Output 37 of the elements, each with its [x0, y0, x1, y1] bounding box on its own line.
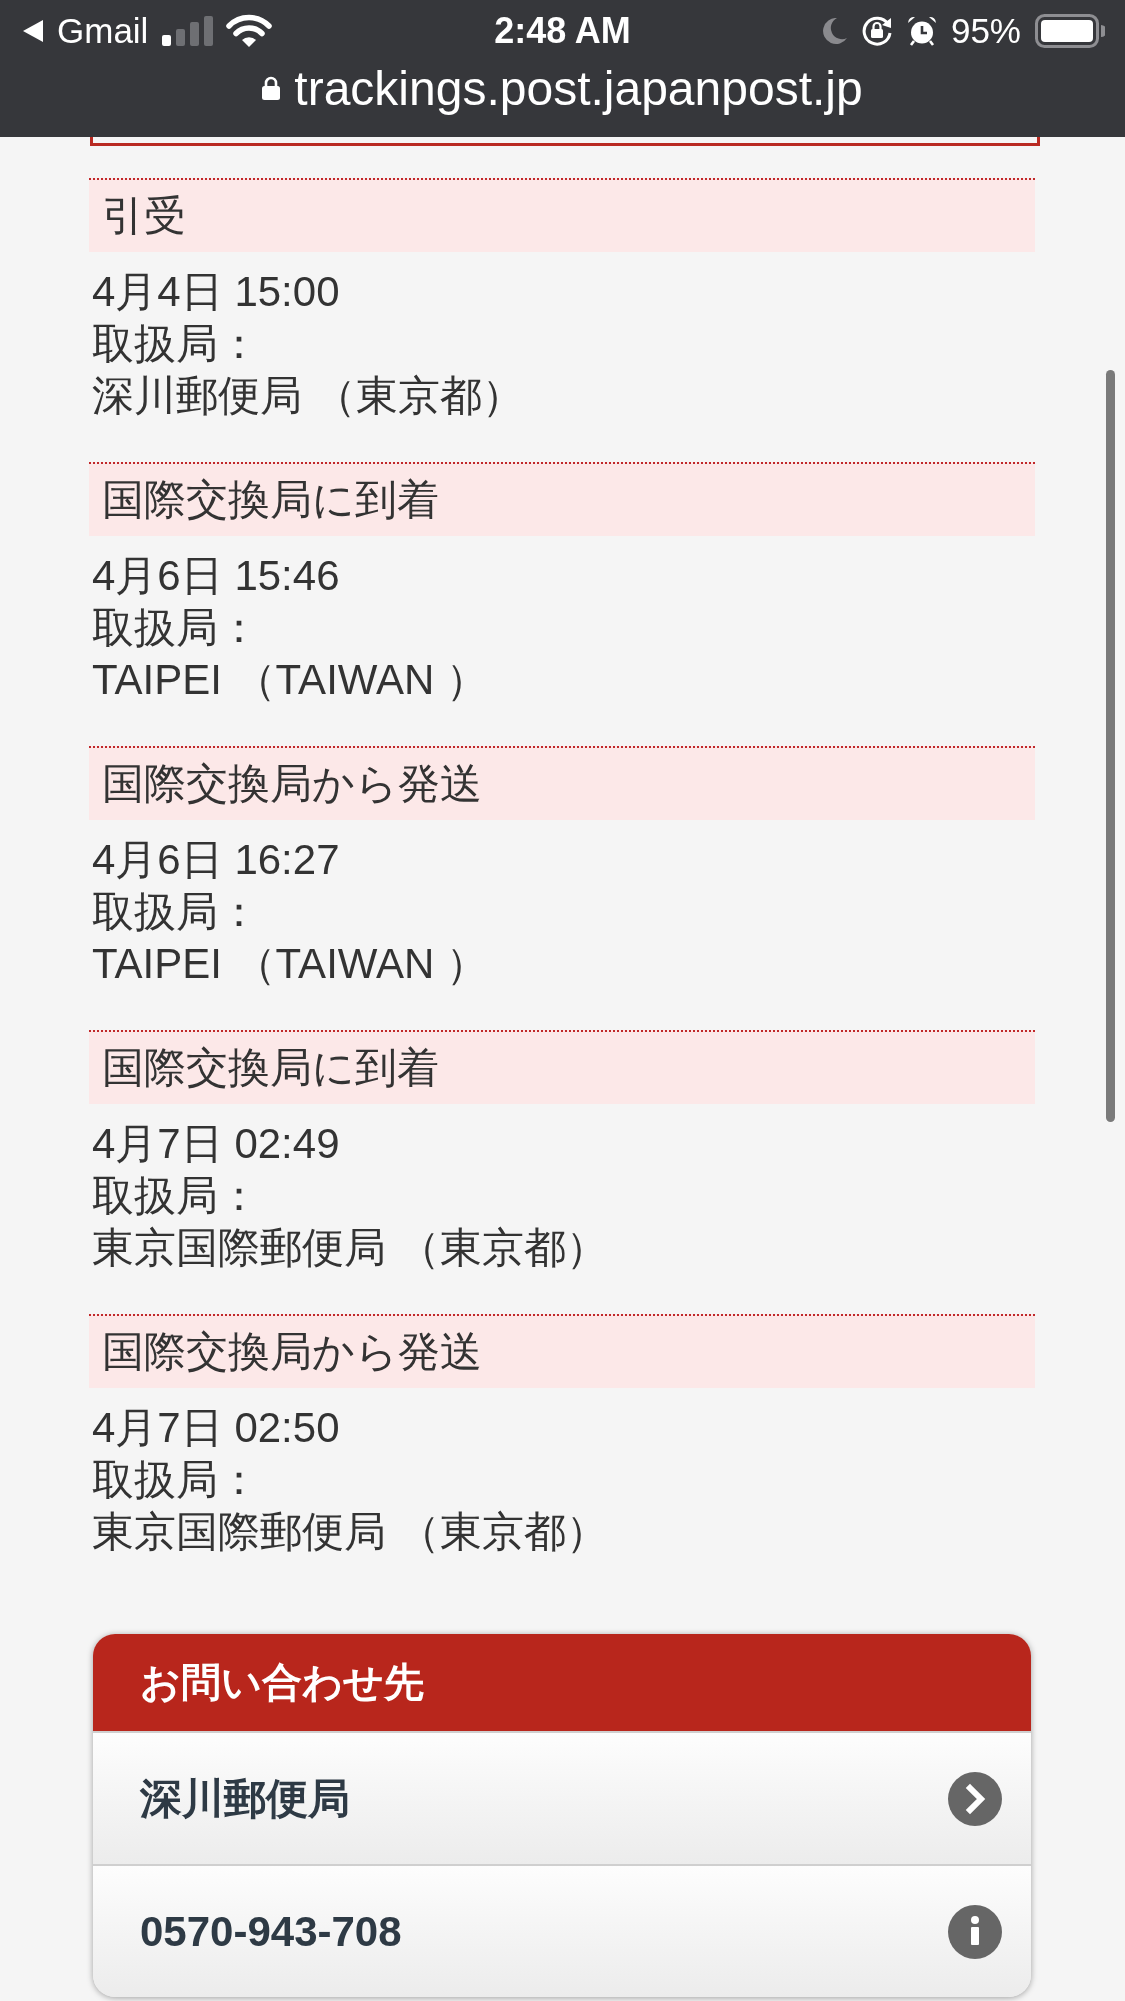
- event-date-time: 4月6日 16:27: [91, 835, 341, 885]
- lock-icon: [262, 76, 281, 100]
- event-status-heading: 国際交換局から発送: [89, 1314, 1035, 1388]
- chevron-icon: [948, 1771, 1002, 1826]
- office-label: 取扱局：: [91, 603, 261, 653]
- back-to-app-button[interactable]: Gmail: [23, 11, 149, 51]
- wifi-icon: [226, 14, 273, 48]
- back-icon: [23, 20, 43, 42]
- event-date-time: 4月7日 02:50: [91, 1403, 341, 1453]
- event-date-time: 4月4日 15:00: [91, 267, 341, 317]
- rotation-lock-icon: [860, 15, 893, 47]
- event-status-heading: 国際交換局から発送: [89, 746, 1035, 820]
- moon-icon: [822, 18, 847, 44]
- info-icon: [948, 1904, 1002, 1959]
- contact-list-item[interactable]: 0570-943-708: [93, 1864, 1031, 1997]
- battery-percent: 95%: [950, 11, 1021, 51]
- signal-icon: [162, 16, 215, 46]
- address-url[interactable]: trackings.post.japanpost.jp: [294, 60, 863, 116]
- event-status-heading: 国際交換局に到着: [89, 462, 1035, 536]
- office-label: 取扱局：: [91, 887, 261, 937]
- office-name: 東京国際郵便局 （東京都）: [91, 1223, 609, 1273]
- event-date-time: 4月6日 15:46: [91, 551, 341, 601]
- office-name: 深川郵便局 （東京都）: [91, 371, 525, 421]
- office-name: TAIPEI （TAIWAN ）: [91, 655, 489, 705]
- office-name: TAIPEI （TAIWAN ）: [91, 939, 489, 989]
- status-time: 2:48 AM: [494, 10, 631, 52]
- office-label: 取扱局：: [91, 1455, 261, 1505]
- event-date-time: 4月7日 02:49: [91, 1119, 341, 1169]
- battery-icon: [1035, 14, 1105, 48]
- contact-list-item[interactable]: 深川郵便局: [93, 1731, 1031, 1864]
- office-label: 取扱局：: [91, 1171, 261, 1221]
- event-status-heading: 引受: [89, 178, 1035, 252]
- office-label: 取扱局：: [91, 319, 261, 369]
- contact-card-header: お問い合わせ先: [93, 1634, 1031, 1731]
- event-status-heading: 国際交換局に到着: [89, 1030, 1035, 1104]
- alarm-icon: [906, 16, 937, 46]
- office-name: 東京国際郵便局 （東京都）: [91, 1507, 609, 1557]
